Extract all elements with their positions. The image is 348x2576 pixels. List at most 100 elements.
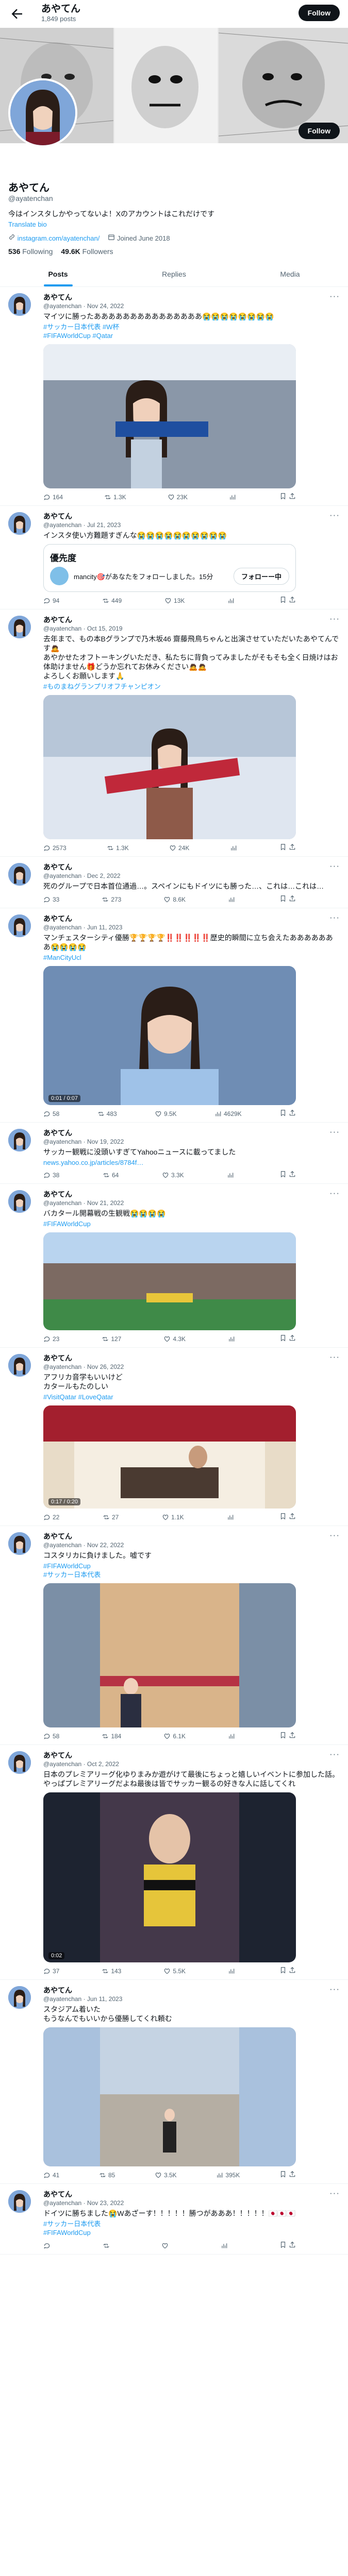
- post-author-name[interactable]: あやてん: [43, 511, 340, 521]
- following-stat[interactable]: 536 Following: [8, 247, 53, 256]
- retweet-button[interactable]: 1.3K: [107, 843, 129, 852]
- post[interactable]: ··· あやてん @ayatenchan · Nov 26, 2022 アフリカ音学も…: [0, 1348, 348, 1526]
- share-button[interactable]: [289, 2241, 296, 2250]
- post-avatar[interactable]: [8, 512, 31, 535]
- profile-link[interactable]: instagram.com/ayatenchan/: [8, 233, 100, 242]
- share-button[interactable]: [289, 1513, 296, 1521]
- post-author-name[interactable]: あやてん: [43, 1750, 340, 1760]
- reply-button[interactable]: 164: [43, 493, 63, 501]
- post-author-name[interactable]: あやてん: [43, 862, 340, 872]
- reply-button[interactable]: [43, 2241, 53, 2250]
- views-button[interactable]: [228, 1732, 237, 1740]
- views-button[interactable]: [229, 493, 238, 501]
- share-button[interactable]: [289, 1334, 296, 1343]
- followers-stat[interactable]: 49.6K Followers: [61, 247, 113, 256]
- bookmark-button[interactable]: [279, 1109, 287, 1118]
- bookmark-button[interactable]: [279, 1334, 287, 1343]
- like-button[interactable]: [161, 2241, 171, 2250]
- like-button[interactable]: 8.6K: [163, 895, 186, 904]
- bookmark-button[interactable]: [279, 1513, 287, 1521]
- post[interactable]: ··· あやてん @ayatenchan · Nov 21, 2022 バカタール開幕…: [0, 1184, 348, 1348]
- more-options-icon[interactable]: ···: [329, 912, 340, 923]
- post-hashtags[interactable]: #VisitQatar #LoveQatar: [43, 1393, 340, 1401]
- post-author-name[interactable]: あやてん: [43, 1353, 340, 1363]
- views-button[interactable]: [227, 1513, 236, 1521]
- post-author-name[interactable]: あやてん: [43, 1189, 340, 1199]
- more-options-icon[interactable]: ···: [329, 614, 340, 624]
- post-image[interactable]: [43, 695, 296, 839]
- tab-media[interactable]: Media: [232, 262, 348, 286]
- profile-follow-button[interactable]: Follow: [298, 123, 340, 139]
- reply-button[interactable]: 38: [43, 1171, 59, 1179]
- post-video[interactable]: 0:17 / 0:20: [43, 1405, 296, 1509]
- bookmark-button[interactable]: [279, 1967, 287, 1975]
- share-button[interactable]: [289, 1732, 296, 1740]
- retweet-button[interactable]: 184: [102, 1732, 121, 1740]
- reply-button[interactable]: 23: [43, 1334, 59, 1343]
- views-button[interactable]: [228, 1334, 237, 1343]
- post-hashtags[interactable]: #サッカー日本代表 #FIFAWorldCup: [43, 2219, 340, 2237]
- share-button[interactable]: [289, 895, 296, 904]
- retweet-button[interactable]: 1.3K: [104, 493, 126, 501]
- views-button[interactable]: 395K: [216, 2171, 240, 2179]
- quoted-card[interactable]: 優先度 mancity🎯があなたをフォローしました。15分 フォローー中: [43, 544, 296, 592]
- share-button[interactable]: [289, 1967, 296, 1975]
- post-author-name[interactable]: あやてん: [43, 1985, 340, 1995]
- like-button[interactable]: 4.3K: [163, 1334, 186, 1343]
- like-button[interactable]: 6.1K: [163, 1732, 186, 1740]
- like-button[interactable]: 23K: [168, 493, 188, 501]
- views-button[interactable]: [227, 596, 237, 605]
- like-button[interactable]: 1.1K: [162, 1513, 184, 1521]
- reply-button[interactable]: 2573: [43, 843, 67, 852]
- post[interactable]: ··· あやてん @ayatenchan · Jun 11, 2023 スタジアム着い…: [0, 1980, 348, 2184]
- share-button[interactable]: [289, 1109, 296, 1118]
- views-button[interactable]: [228, 1967, 237, 1975]
- header-follow-button[interactable]: Follow: [298, 5, 340, 21]
- views-button[interactable]: [230, 843, 239, 852]
- post-link[interactable]: news.yahoo.co.jp/articles/8784f…: [43, 1159, 340, 1166]
- post-hashtags[interactable]: #FIFAWorldCup: [43, 1219, 340, 1228]
- retweet-button[interactable]: 449: [102, 596, 122, 605]
- retweet-button[interactable]: 143: [102, 1967, 121, 1975]
- post-avatar[interactable]: [8, 293, 31, 316]
- more-options-icon[interactable]: ···: [329, 861, 340, 871]
- more-options-icon[interactable]: ···: [329, 1530, 340, 1540]
- reply-button[interactable]: 22: [43, 1513, 59, 1521]
- post[interactable]: ··· あやてん @ayatenchan · Jun 11, 2023 マンチェスター…: [0, 908, 348, 1123]
- post-image[interactable]: [43, 1232, 296, 1330]
- post-author-name[interactable]: あやてん: [43, 615, 340, 625]
- reply-button[interactable]: 58: [43, 1732, 59, 1740]
- post-hashtags[interactable]: #サッカー日本代表 #W杯 #FIFAWorldCup #Qatar: [43, 323, 340, 340]
- tab-posts[interactable]: Posts: [0, 262, 116, 286]
- bookmark-button[interactable]: [279, 1171, 287, 1179]
- bookmark-button[interactable]: [279, 2171, 287, 2179]
- post-image[interactable]: [43, 2027, 296, 2166]
- back-arrow-icon[interactable]: [9, 6, 25, 22]
- post-avatar[interactable]: [8, 914, 31, 937]
- share-button[interactable]: [289, 2171, 296, 2179]
- post-avatar[interactable]: [8, 863, 31, 886]
- post-avatar[interactable]: [8, 616, 31, 638]
- more-options-icon[interactable]: ···: [329, 291, 340, 301]
- reply-button[interactable]: 33: [43, 895, 59, 904]
- reply-button[interactable]: 37: [43, 1967, 59, 1975]
- retweet-button[interactable]: 483: [97, 1109, 117, 1118]
- share-button[interactable]: [289, 1171, 296, 1179]
- post-avatar[interactable]: [8, 1986, 31, 2009]
- post-author-name[interactable]: あやてん: [43, 2189, 340, 2199]
- views-button[interactable]: [221, 2241, 230, 2250]
- post-hashtags[interactable]: #FIFAWorldCup #サッカー日本代表: [43, 1562, 340, 1579]
- post-avatar[interactable]: [8, 1751, 31, 1774]
- post-avatar[interactable]: [8, 1129, 31, 1151]
- bookmark-button[interactable]: [279, 843, 287, 852]
- more-options-icon[interactable]: ···: [329, 1188, 340, 1198]
- post-image[interactable]: [43, 1583, 296, 1727]
- bookmark-button[interactable]: [279, 1732, 287, 1740]
- post-hashtags[interactable]: #ManCityUcl: [43, 953, 340, 962]
- post-video[interactable]: 0:01 / 0:07: [43, 966, 296, 1105]
- more-options-icon[interactable]: ···: [329, 2188, 340, 2198]
- retweet-button[interactable]: 85: [99, 2171, 115, 2179]
- more-options-icon[interactable]: ···: [329, 1352, 340, 1362]
- post[interactable]: ··· あやてん @ayatenchan · Dec 2, 2022 死のグループで日…: [0, 857, 348, 908]
- post-avatar[interactable]: [8, 1532, 31, 1555]
